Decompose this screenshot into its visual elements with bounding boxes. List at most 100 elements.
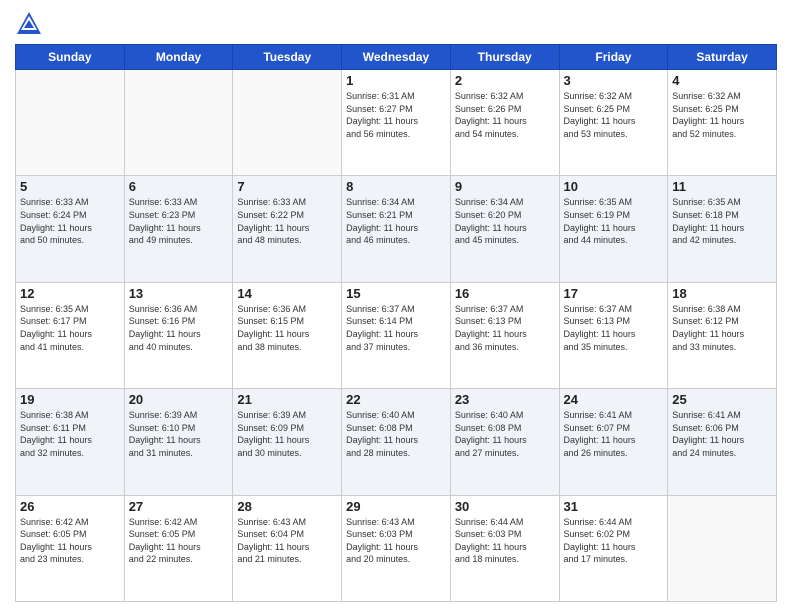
day-info: Sunrise: 6:34 AM Sunset: 6:20 PM Dayligh… (455, 196, 555, 246)
day-number: 26 (20, 499, 120, 514)
calendar-cell: 22 Sunrise: 6:40 AM Sunset: 6:08 PM Dayli… (342, 389, 451, 495)
calendar-cell: 10 Sunrise: 6:35 AM Sunset: 6:19 PM Dayli… (559, 176, 668, 282)
calendar-cell: 30 Sunrise: 6:44 AM Sunset: 6:03 PM Dayli… (450, 495, 559, 601)
day-number: 16 (455, 286, 555, 301)
day-info: Sunrise: 6:40 AM Sunset: 6:08 PM Dayligh… (346, 409, 446, 459)
day-number: 22 (346, 392, 446, 407)
calendar-cell: 12Sunrise: 6:35 AM Sunset: 6:17 PM Dayli… (16, 282, 125, 388)
day-info: Sunrise: 6:40 AM Sunset: 6:08 PM Dayligh… (455, 409, 555, 459)
day-info: Sunrise: 6:37 AM Sunset: 6:14 PM Dayligh… (346, 303, 446, 353)
day-info: Sunrise: 6:43 AM Sunset: 6:03 PM Dayligh… (346, 516, 446, 566)
day-number: 29 (346, 499, 446, 514)
calendar-cell: 4 Sunrise: 6:32 AM Sunset: 6:25 PM Daylig… (668, 70, 777, 176)
day-number: 27 (129, 499, 229, 514)
weekday-header-wednesday: Wednesday (342, 45, 451, 70)
day-number: 11 (672, 179, 772, 194)
calendar-cell: 25 Sunrise: 6:41 AM Sunset: 6:06 PM Dayli… (668, 389, 777, 495)
day-info: Sunrise: 6:44 AM Sunset: 6:03 PM Dayligh… (455, 516, 555, 566)
calendar-cell: 18 Sunrise: 6:38 AM Sunset: 6:12 PM Dayli… (668, 282, 777, 388)
calendar-cell (16, 70, 125, 176)
calendar-cell (233, 70, 342, 176)
day-number: 13 (129, 286, 229, 301)
day-info: Sunrise: 6:32 AM Sunset: 6:26 PM Dayligh… (455, 90, 555, 140)
day-number: 5 (20, 179, 120, 194)
weekday-header-tuesday: Tuesday (233, 45, 342, 70)
day-number: 17 (564, 286, 664, 301)
day-info: Sunrise: 6:42 AM Sunset: 6:05 PM Dayligh… (20, 516, 120, 566)
day-number: 19 (20, 392, 120, 407)
day-number: 9 (455, 179, 555, 194)
calendar-cell: 6 Sunrise: 6:33 AM Sunset: 6:23 PM Daylig… (124, 176, 233, 282)
day-info: Sunrise: 6:43 AM Sunset: 6:04 PM Dayligh… (237, 516, 337, 566)
day-number: 31 (564, 499, 664, 514)
day-number: 30 (455, 499, 555, 514)
calendar-cell: 20 Sunrise: 6:39 AM Sunset: 6:10 PM Dayli… (124, 389, 233, 495)
day-number: 25 (672, 392, 772, 407)
calendar-cell: 24 Sunrise: 6:41 AM Sunset: 6:07 PM Dayli… (559, 389, 668, 495)
calendar-week-2: 5 Sunrise: 6:33 AM Sunset: 6:24 PM Daylig… (16, 176, 777, 282)
day-info: Sunrise: 6:39 AM Sunset: 6:10 PM Dayligh… (129, 409, 229, 459)
calendar-cell: 2Sunrise: 6:32 AM Sunset: 6:26 PM Daylig… (450, 70, 559, 176)
calendar-table: SundayMondayTuesdayWednesdayThursdayFrid… (15, 44, 777, 602)
calendar-cell: 14Sunrise: 6:36 AM Sunset: 6:15 PM Dayli… (233, 282, 342, 388)
day-info: Sunrise: 6:37 AM Sunset: 6:13 PM Dayligh… (564, 303, 664, 353)
calendar-cell: 3Sunrise: 6:32 AM Sunset: 6:25 PM Daylig… (559, 70, 668, 176)
calendar-week-5: 26 Sunrise: 6:42 AM Sunset: 6:05 PM Dayli… (16, 495, 777, 601)
calendar-cell: 29 Sunrise: 6:43 AM Sunset: 6:03 PM Dayli… (342, 495, 451, 601)
weekday-header-thursday: Thursday (450, 45, 559, 70)
day-info: Sunrise: 6:42 AM Sunset: 6:05 PM Dayligh… (129, 516, 229, 566)
calendar-cell: 17 Sunrise: 6:37 AM Sunset: 6:13 PM Dayli… (559, 282, 668, 388)
calendar-cell: 1 Sunrise: 6:31 AM Sunset: 6:27 PM Daylig… (342, 70, 451, 176)
header (15, 10, 777, 38)
day-number: 28 (237, 499, 337, 514)
calendar-cell: 27 Sunrise: 6:42 AM Sunset: 6:05 PM Dayli… (124, 495, 233, 601)
logo (15, 10, 47, 38)
day-number: 10 (564, 179, 664, 194)
day-info: Sunrise: 6:35 AM Sunset: 6:18 PM Dayligh… (672, 196, 772, 246)
calendar-week-3: 12Sunrise: 6:35 AM Sunset: 6:17 PM Dayli… (16, 282, 777, 388)
day-info: Sunrise: 6:38 AM Sunset: 6:12 PM Dayligh… (672, 303, 772, 353)
calendar-cell: 21Sunrise: 6:39 AM Sunset: 6:09 PM Dayli… (233, 389, 342, 495)
weekday-header-row: SundayMondayTuesdayWednesdayThursdayFrid… (16, 45, 777, 70)
logo-icon (15, 10, 43, 38)
calendar-cell: 8Sunrise: 6:34 AM Sunset: 6:21 PM Daylig… (342, 176, 451, 282)
calendar-cell: 5 Sunrise: 6:33 AM Sunset: 6:24 PM Daylig… (16, 176, 125, 282)
calendar-cell: 13 Sunrise: 6:36 AM Sunset: 6:16 PM Dayli… (124, 282, 233, 388)
day-info: Sunrise: 6:33 AM Sunset: 6:23 PM Dayligh… (129, 196, 229, 246)
weekday-header-sunday: Sunday (16, 45, 125, 70)
day-info: Sunrise: 6:35 AM Sunset: 6:17 PM Dayligh… (20, 303, 120, 353)
calendar-cell: 11 Sunrise: 6:35 AM Sunset: 6:18 PM Dayli… (668, 176, 777, 282)
day-info: Sunrise: 6:41 AM Sunset: 6:07 PM Dayligh… (564, 409, 664, 459)
day-info: Sunrise: 6:31 AM Sunset: 6:27 PM Dayligh… (346, 90, 446, 140)
day-info: Sunrise: 6:37 AM Sunset: 6:13 PM Dayligh… (455, 303, 555, 353)
day-number: 24 (564, 392, 664, 407)
day-number: 20 (129, 392, 229, 407)
weekday-header-friday: Friday (559, 45, 668, 70)
weekday-header-saturday: Saturday (668, 45, 777, 70)
calendar-cell: 31 Sunrise: 6:44 AM Sunset: 6:02 PM Dayli… (559, 495, 668, 601)
calendar-cell: 16 Sunrise: 6:37 AM Sunset: 6:13 PM Dayli… (450, 282, 559, 388)
calendar-cell (124, 70, 233, 176)
page: SundayMondayTuesdayWednesdayThursdayFrid… (0, 0, 792, 612)
day-number: 23 (455, 392, 555, 407)
day-info: Sunrise: 6:33 AM Sunset: 6:24 PM Dayligh… (20, 196, 120, 246)
calendar-cell: 26 Sunrise: 6:42 AM Sunset: 6:05 PM Dayli… (16, 495, 125, 601)
calendar-week-1: 1 Sunrise: 6:31 AM Sunset: 6:27 PM Daylig… (16, 70, 777, 176)
day-info: Sunrise: 6:44 AM Sunset: 6:02 PM Dayligh… (564, 516, 664, 566)
calendar-cell: 9 Sunrise: 6:34 AM Sunset: 6:20 PM Daylig… (450, 176, 559, 282)
day-number: 18 (672, 286, 772, 301)
day-info: Sunrise: 6:41 AM Sunset: 6:06 PM Dayligh… (672, 409, 772, 459)
day-number: 14 (237, 286, 337, 301)
calendar-week-4: 19 Sunrise: 6:38 AM Sunset: 6:11 PM Dayli… (16, 389, 777, 495)
calendar-cell: 15Sunrise: 6:37 AM Sunset: 6:14 PM Dayli… (342, 282, 451, 388)
day-info: Sunrise: 6:32 AM Sunset: 6:25 PM Dayligh… (672, 90, 772, 140)
day-number: 21 (237, 392, 337, 407)
day-info: Sunrise: 6:36 AM Sunset: 6:16 PM Dayligh… (129, 303, 229, 353)
day-number: 1 (346, 73, 446, 88)
day-number: 8 (346, 179, 446, 194)
day-number: 6 (129, 179, 229, 194)
day-number: 3 (564, 73, 664, 88)
day-info: Sunrise: 6:38 AM Sunset: 6:11 PM Dayligh… (20, 409, 120, 459)
day-info: Sunrise: 6:35 AM Sunset: 6:19 PM Dayligh… (564, 196, 664, 246)
day-number: 4 (672, 73, 772, 88)
